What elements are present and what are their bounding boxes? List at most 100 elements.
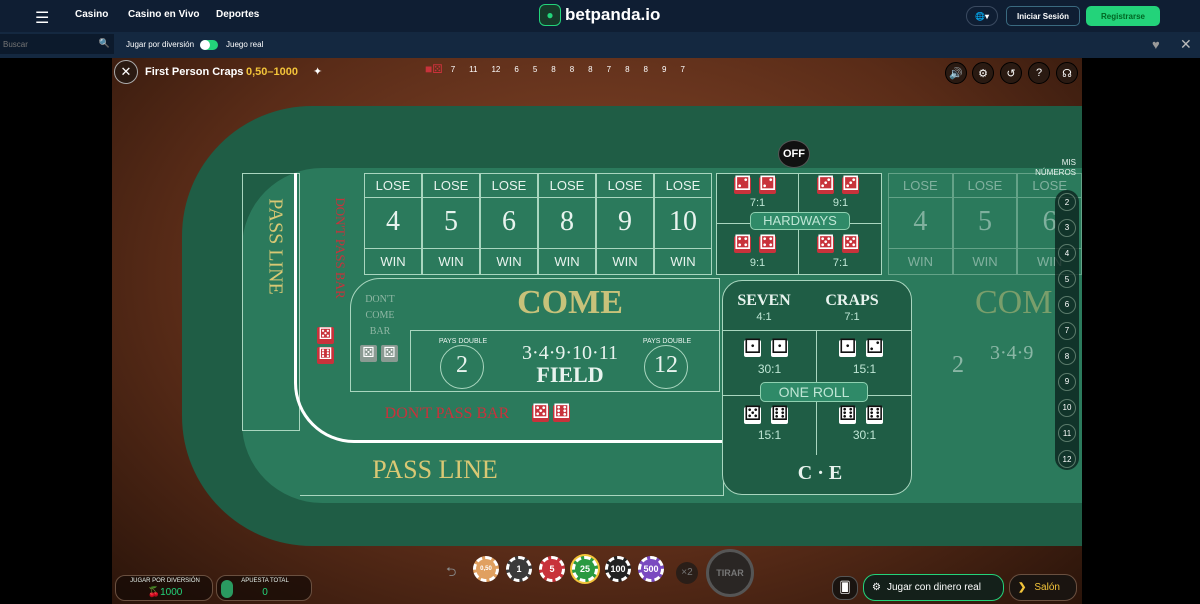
mis-numeros-item[interactable]: 12	[1058, 450, 1076, 468]
mis-numeros-item[interactable]: 9	[1058, 372, 1076, 391]
right-field-2: 2	[952, 352, 964, 378]
cards-icon[interactable]: 🂠	[832, 576, 858, 600]
roll-history-item: 8	[569, 64, 575, 74]
double-button[interactable]: ×2	[676, 562, 698, 584]
ce-bet[interactable]: C · E	[740, 462, 900, 485]
hardways-label: HARDWAYS	[750, 212, 850, 230]
undo-icon[interactable]: ⮌	[446, 563, 456, 585]
pass-line-box	[300, 446, 724, 496]
close-icon[interactable]: ✕	[1180, 36, 1192, 53]
lobby-button[interactable]: ❯ Salón	[1009, 574, 1077, 601]
total-bet-label: APUESTA TOTAL	[241, 578, 289, 584]
hardway-odds: 7:1	[832, 257, 849, 269]
favorite-heart-icon[interactable]: ♥	[1152, 37, 1160, 52]
play-real-money-label: Jugar con dinero real	[886, 582, 981, 593]
mis-numeros-item[interactable]: 2	[1058, 193, 1076, 211]
chevron-right-icon: ❯	[1018, 582, 1027, 593]
mode-toggle[interactable]	[200, 40, 218, 50]
roll-history-item: 12	[491, 64, 501, 74]
history-icon[interactable]: ↺	[1000, 62, 1022, 84]
mis-numeros-item[interactable]: 6	[1058, 295, 1076, 314]
roll-button[interactable]: TIRAR	[706, 549, 754, 597]
sub-bar: 🔍 Jugar por diversión Juego real ♥ ✕	[0, 32, 1200, 58]
roll-history[interactable]: ■⚄ 7 11 12 6 5 8 8 8 7 8 8 9 7	[425, 62, 685, 76]
hardway-odds: 9:1	[832, 197, 849, 209]
brand-logo[interactable]: betpanda.io	[565, 5, 660, 25]
cherry-icon: 🍒	[147, 587, 161, 598]
fun-balance-label: JUGAR POR DIVERSIÓN	[130, 578, 200, 584]
fun-mode-label: Jugar por diversión	[126, 40, 195, 49]
puck-off: OFF	[778, 140, 810, 168]
roll-history-item: 11	[469, 64, 478, 74]
craps-odds: 7:1	[844, 311, 860, 323]
register-button[interactable]: Registrarse	[1086, 6, 1160, 26]
login-button[interactable]: Iniciar Sesión	[1006, 6, 1080, 26]
chip-100[interactable]: 100	[605, 556, 631, 582]
lose-label: LOSE	[967, 178, 1003, 193]
dice-icon: ■⚄	[425, 62, 443, 76]
roll-history-item: 8	[588, 64, 593, 74]
language-button[interactable]: 🌐▾	[966, 6, 998, 26]
nav-sports[interactable]: Deportes	[216, 9, 259, 20]
dice-icon: ⚀ ⚁	[839, 336, 884, 358]
one-roll-odds: 15:1	[757, 428, 782, 442]
one-roll-bet[interactable]	[817, 395, 912, 455]
real-mode-label: Juego real	[226, 40, 264, 49]
dice-icon: ⚁ ⚁	[734, 173, 777, 195]
one-roll-odds: 30:1	[757, 362, 782, 376]
place-number: 5	[977, 206, 992, 237]
mis-numeros-item[interactable]: 5	[1058, 270, 1076, 289]
one-roll-bet[interactable]	[722, 330, 817, 390]
roll-history-item: 8	[551, 64, 556, 74]
nav-casino[interactable]: Casino	[75, 9, 108, 20]
mis-numeros-item[interactable]: 7	[1058, 321, 1076, 340]
bet-limits: 0,50–1000	[246, 66, 298, 78]
nav-live-casino[interactable]: Casino en Vivo	[128, 9, 200, 20]
hardway-odds: 9:1	[749, 257, 766, 269]
roll-history-item: 9	[661, 64, 667, 74]
chip-5[interactable]: 5	[539, 556, 565, 582]
seven-bet[interactable]: SEVEN	[724, 292, 804, 310]
total-bet-value: 0	[262, 587, 268, 598]
craps-bet[interactable]: CRAPS	[810, 292, 894, 310]
dice-icon: ⚄ ⚄	[817, 232, 860, 254]
lose-label: LOSE	[902, 178, 938, 193]
dice-icon: ⚅ ⚅	[839, 403, 884, 425]
search-input[interactable]	[0, 34, 90, 55]
dice-icon: ⚀ ⚀	[744, 336, 789, 358]
support-headset-icon[interactable]: ☊	[1056, 62, 1078, 84]
search-icon[interactable]: 🔍	[99, 38, 110, 49]
one-roll-bet[interactable]	[817, 330, 912, 390]
one-roll-bet[interactable]	[722, 395, 817, 455]
roll-history-item: 7	[606, 64, 612, 74]
mis-numeros-item[interactable]: 10	[1058, 398, 1076, 417]
chip-1[interactable]: 1	[506, 556, 532, 582]
chip-0,50[interactable]: 0,50	[473, 556, 499, 582]
dice-icon: ⚃ ⚃	[734, 232, 777, 254]
game-title: First Person Craps	[145, 66, 244, 78]
win-label: WIN	[972, 254, 998, 269]
right-place-bets: LOSE 4 WIN LOSE 5 WIN LOSE 6 WIN	[888, 173, 1082, 275]
one-roll-label: ONE ROLL	[760, 382, 868, 402]
roll-history-item: 5	[532, 64, 538, 74]
dice-icon: ⚂ ⚂	[817, 173, 860, 195]
menu-icon[interactable]: ☰	[35, 8, 49, 28]
one-roll-odds: 15:1	[852, 362, 877, 376]
pin-icon[interactable]: ✦	[313, 65, 322, 78]
exit-game-button[interactable]: ✕	[114, 60, 138, 84]
help-icon[interactable]: ?	[1028, 62, 1050, 84]
settings-gear-icon[interactable]: ⚙	[972, 62, 994, 84]
sound-icon[interactable]: 🔊	[945, 62, 967, 84]
chip-500[interactable]: 500	[638, 556, 664, 582]
chip-25[interactable]: 25	[572, 556, 598, 582]
roll-history-item: 7	[450, 64, 456, 74]
panda-logo-icon: ●	[539, 4, 561, 26]
roll-history-item: 7	[680, 64, 685, 74]
total-bet-panel: APUESTA TOTAL 0	[216, 575, 312, 601]
chip-icon: ⚙	[872, 582, 881, 593]
mis-numeros-item[interactable]: 3	[1058, 218, 1076, 237]
play-real-money-button[interactable]: ⚙ Jugar con dinero real	[863, 574, 1004, 601]
pass-line-rail	[294, 173, 722, 443]
roll-history-item: 8	[625, 64, 630, 74]
search-box[interactable]: 🔍	[0, 34, 114, 55]
